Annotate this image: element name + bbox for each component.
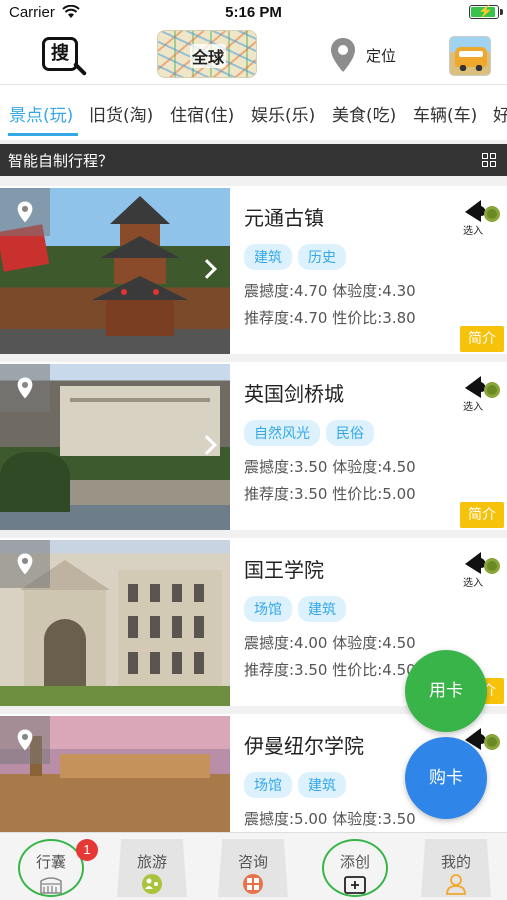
attraction-name: 英国剑桥城 [244, 382, 344, 406]
battery-icon: ⚡ [469, 4, 503, 19]
tab-more[interactable]: 好 [493, 101, 507, 126]
intro-button[interactable]: 简介 [460, 326, 504, 352]
nav-item-travel[interactable]: 旅游 [111, 835, 193, 899]
tag[interactable]: 建筑 [298, 596, 346, 622]
attraction-name: 国王学院 [244, 558, 324, 582]
select-button[interactable]: 选入 [461, 550, 503, 589]
van-icon [455, 47, 487, 71]
search-button[interactable]: 搜 [42, 37, 88, 83]
locate-label: 定位 [366, 46, 397, 65]
travel-icon [142, 874, 162, 894]
nav-label: 旅游 [136, 853, 167, 871]
buy-card-button[interactable]: 购卡 [405, 737, 487, 819]
grid-view-icon[interactable] [482, 153, 497, 168]
tag[interactable]: 历史 [298, 244, 346, 270]
tab-secondhand[interactable]: 旧货(淘) [89, 101, 153, 126]
battery-nub [500, 9, 503, 15]
building-detail [70, 398, 210, 402]
global-label: 全球 [190, 44, 227, 68]
tag[interactable]: 建筑 [244, 244, 292, 270]
nav-item-consult[interactable]: 咨询 [212, 835, 294, 899]
app-screen: Carrier 5:16 PM ⚡ 搜 全球 定位 景点(玩) 旧货(淘) 住宿… [0, 0, 507, 900]
top-header: 搜 全球 定位 [0, 26, 507, 84]
pagoda-illustration [92, 196, 188, 336]
photo-location-badge[interactable] [0, 716, 50, 764]
attraction-card[interactable]: 英国剑桥城 选入 自然风光 民俗 震撼度:3.50 体验度:4.50 推荐度:3… [0, 362, 507, 530]
photo-location-badge[interactable] [0, 188, 50, 236]
attraction-name: 伊曼纽尔学院 [244, 734, 364, 758]
tree [0, 452, 70, 512]
attraction-photo[interactable] [0, 188, 230, 354]
intro-button[interactable]: 简介 [460, 502, 504, 528]
attraction-card[interactable]: 元通古镇 选入 建筑 历史 震撼度:4.70 体验度:4.30 推荐度:4.70… [0, 186, 507, 354]
select-arrow-icon [465, 552, 500, 574]
user-avatar[interactable] [449, 36, 491, 76]
active-tab-indicator [8, 133, 78, 136]
nav-item-profile[interactable]: 我的 [415, 835, 497, 899]
tab-vehicles[interactable]: 车辆(车) [413, 101, 477, 126]
nav-label: 添创 [339, 853, 370, 871]
college-building [60, 386, 220, 456]
location-pin-icon [17, 377, 33, 399]
chevron-right-icon[interactable] [197, 259, 217, 279]
bottom-navigation: 行囊 1 旅游 咨询 添创 我的 [0, 832, 507, 900]
tag[interactable]: 自然风光 [244, 420, 320, 446]
college-building [60, 754, 210, 778]
colosseum-icon [40, 877, 62, 894]
nav-label: 我的 [440, 853, 471, 871]
clock: 5:16 PM [225, 4, 282, 21]
attraction-name: 元通古镇 [244, 206, 324, 230]
rating-line-1: 震撼度:4.00 体验度:4.50 [244, 634, 416, 652]
use-card-button[interactable]: 用卡 [405, 650, 487, 732]
select-arrow-icon [465, 200, 500, 222]
tag[interactable]: 建筑 [298, 772, 346, 798]
tag-list: 建筑 历史 [244, 244, 346, 270]
tag[interactable]: 场馆 [244, 596, 292, 622]
select-label: 选入 [463, 226, 483, 237]
nav-item-create[interactable]: 添创 [314, 835, 396, 899]
rating-line-1: 震撼度:4.70 体验度:4.30 [244, 282, 416, 300]
add-create-icon [344, 876, 366, 894]
photo-location-badge[interactable] [0, 540, 50, 588]
rating-line-2: 推荐度:3.50 性价比:4.50 [244, 661, 416, 679]
smart-itinerary-label: 智能自制行程？ [8, 152, 114, 170]
select-label: 选入 [463, 402, 483, 413]
locate-button[interactable]: 定位 [330, 36, 396, 74]
location-pin-icon [331, 38, 355, 72]
tag-list: 场馆 建筑 [244, 772, 346, 798]
tag[interactable]: 民俗 [326, 420, 374, 446]
rating-line-1: 震撼度:3.50 体验度:4.50 [244, 458, 416, 476]
select-arrow-icon [465, 376, 500, 398]
status-bar: Carrier 5:16 PM ⚡ [0, 0, 507, 26]
nav-label: 咨询 [237, 853, 268, 871]
tag-list: 场馆 建筑 [244, 596, 346, 622]
select-label: 选入 [463, 578, 483, 589]
location-pin-icon [17, 553, 33, 575]
category-tabs: 景点(玩) 旧货(淘) 住宿(住) 娱乐(乐) 美食(吃) 车辆(车) 好 [0, 84, 507, 140]
rating-line-2: 推荐度:4.70 性价比:3.80 [244, 309, 416, 327]
charging-icon: ⚡ [478, 4, 493, 18]
tab-entertainment[interactable]: 娱乐(乐) [251, 101, 315, 126]
attraction-photo[interactable] [0, 540, 230, 706]
photo-location-badge[interactable] [0, 364, 50, 412]
consult-icon [243, 874, 263, 894]
select-button[interactable]: 选入 [461, 198, 503, 237]
smart-itinerary-bar[interactable]: 智能自制行程？ [0, 144, 507, 176]
tab-lodging[interactable]: 住宿(住) [170, 101, 234, 126]
select-button[interactable]: 选入 [461, 374, 503, 413]
nav-item-backpack[interactable]: 行囊 1 [10, 835, 98, 899]
location-pin-icon [17, 729, 33, 751]
tab-attractions[interactable]: 景点(玩) [9, 101, 73, 126]
tag-list: 自然风光 民俗 [244, 420, 374, 446]
search-icon: 搜 [42, 37, 78, 71]
tab-food[interactable]: 美食(吃) [332, 101, 396, 126]
global-map-button[interactable]: 全球 [157, 30, 257, 78]
profile-icon [446, 874, 466, 895]
rating-line-1: 震撼度:5.00 体验度:3.50 [244, 810, 416, 828]
attraction-photo[interactable] [0, 364, 230, 530]
tag[interactable]: 场馆 [244, 772, 292, 798]
notification-badge: 1 [76, 839, 98, 861]
rating-line-2: 推荐度:3.50 性价比:5.00 [244, 485, 416, 503]
location-pin-icon [17, 201, 33, 223]
